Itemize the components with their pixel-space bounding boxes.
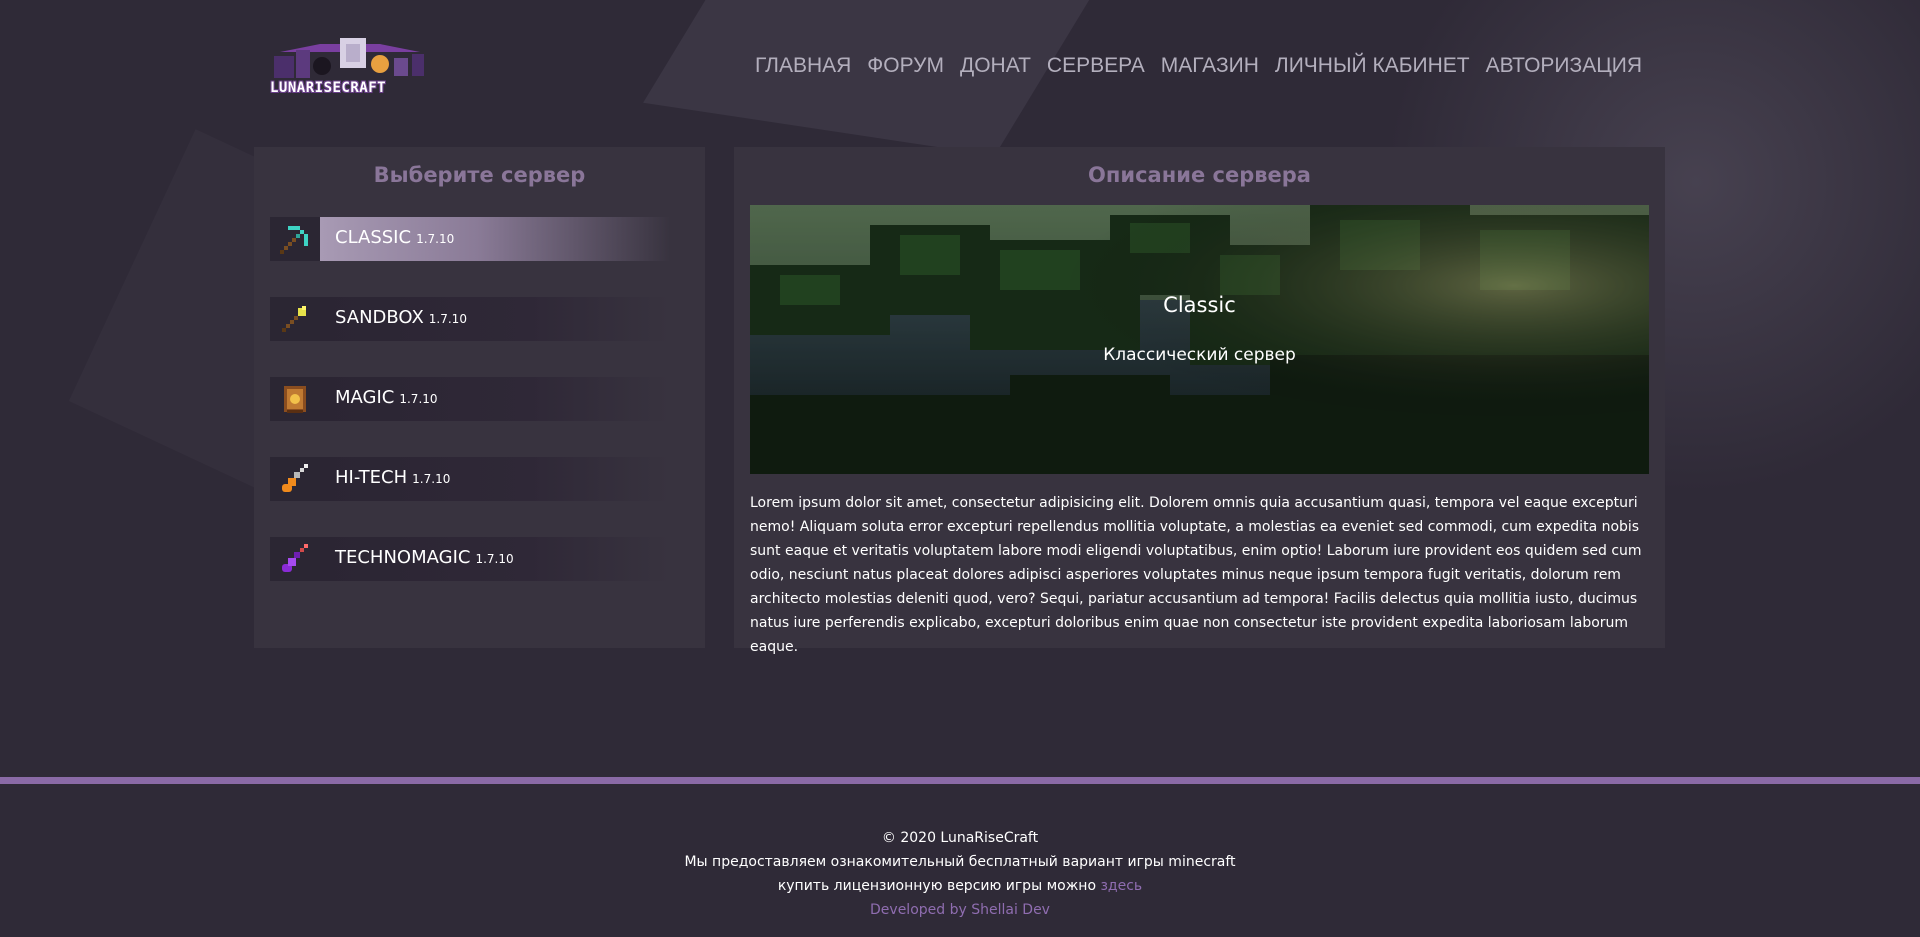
server-preview-image: Classic Классический сервер <box>750 205 1649 474</box>
landscape-image <box>750 205 1649 474</box>
spellbook-icon <box>270 377 320 421</box>
footer-info: Мы предоставляем ознакомительный бесплат… <box>684 854 1236 870</box>
server-name: SANDBOX <box>335 307 424 328</box>
footer: © 2020 LunaRiseCraft Мы предоставляем оз… <box>0 826 1920 922</box>
shovel-icon <box>270 297 320 341</box>
nav-home[interactable]: ГЛАВНАЯ <box>755 54 851 78</box>
preview-title: Classic <box>1163 293 1236 317</box>
pickaxe-icon <box>270 217 320 261</box>
server-version: 1.7.10 <box>428 312 467 326</box>
logo-text: LUNARISECRAFT <box>270 80 387 96</box>
server-description-title: Описание сервера <box>1088 163 1311 187</box>
server-name: TECHNOMAGIC <box>335 547 471 568</box>
server-item-sandbox[interactable]: SANDBOX 1.7.10 <box>270 297 670 341</box>
server-version: 1.7.10 <box>412 472 451 486</box>
developer-link[interactable]: Developed by Shellai Dev <box>870 902 1050 918</box>
server-version: 1.7.10 <box>475 552 514 566</box>
nav-donate[interactable]: ДОНАТ <box>960 54 1031 78</box>
server-version: 1.7.10 <box>416 232 455 246</box>
site-logo[interactable]: LUNARISECRAFT <box>270 38 436 96</box>
license-link[interactable]: здесь <box>1100 878 1142 894</box>
nav-account[interactable]: ЛИЧНЫЙ КАБИНЕТ <box>1275 54 1470 78</box>
server-item-magic[interactable]: MAGIC 1.7.10 <box>270 377 670 421</box>
footer-license-line: купить лицензионную версию игры можно зд… <box>0 874 1920 898</box>
server-description-panel: Описание сервера Classic Классический се… <box>734 147 1665 655</box>
footer-divider <box>0 777 1920 784</box>
nav-servers[interactable]: СЕРВЕРА <box>1047 54 1145 78</box>
server-name: HI-TECH <box>335 467 408 488</box>
server-item-technomagic[interactable]: TECHNOMAGIC 1.7.10 <box>270 537 670 581</box>
main-nav: ГЛАВНАЯ ФОРУМ ДОНАТ СЕРВЕРА МАГАЗИН ЛИЧН… <box>755 54 1642 78</box>
footer-license-text: купить лицензионную версию игры можно <box>777 878 1097 894</box>
server-name: MAGIC <box>335 387 395 408</box>
wand-icon <box>270 537 320 581</box>
nav-forum[interactable]: ФОРУМ <box>867 54 944 78</box>
drill-icon <box>270 457 320 501</box>
server-description-text: Lorem ipsum dolor sit amet, consectetur … <box>750 495 1642 655</box>
server-name: CLASSIC <box>335 227 412 248</box>
preview-subtitle: Классический сервер <box>1103 345 1296 365</box>
nav-shop[interactable]: МАГАЗИН <box>1161 54 1259 78</box>
server-item-hi-tech[interactable]: HI-TECH 1.7.10 <box>270 457 670 501</box>
server-select-panel: Выберите сервер CLASSIC 1.7.10 SANDBOX 1… <box>254 147 705 648</box>
server-version: 1.7.10 <box>399 392 438 406</box>
server-item-classic[interactable]: CLASSIC 1.7.10 <box>270 217 670 261</box>
server-select-title: Выберите сервер <box>373 163 586 187</box>
nav-login[interactable]: АВТОРИЗАЦИЯ <box>1486 54 1642 78</box>
footer-copyright: © 2020 LunaRiseCraft <box>881 830 1039 846</box>
